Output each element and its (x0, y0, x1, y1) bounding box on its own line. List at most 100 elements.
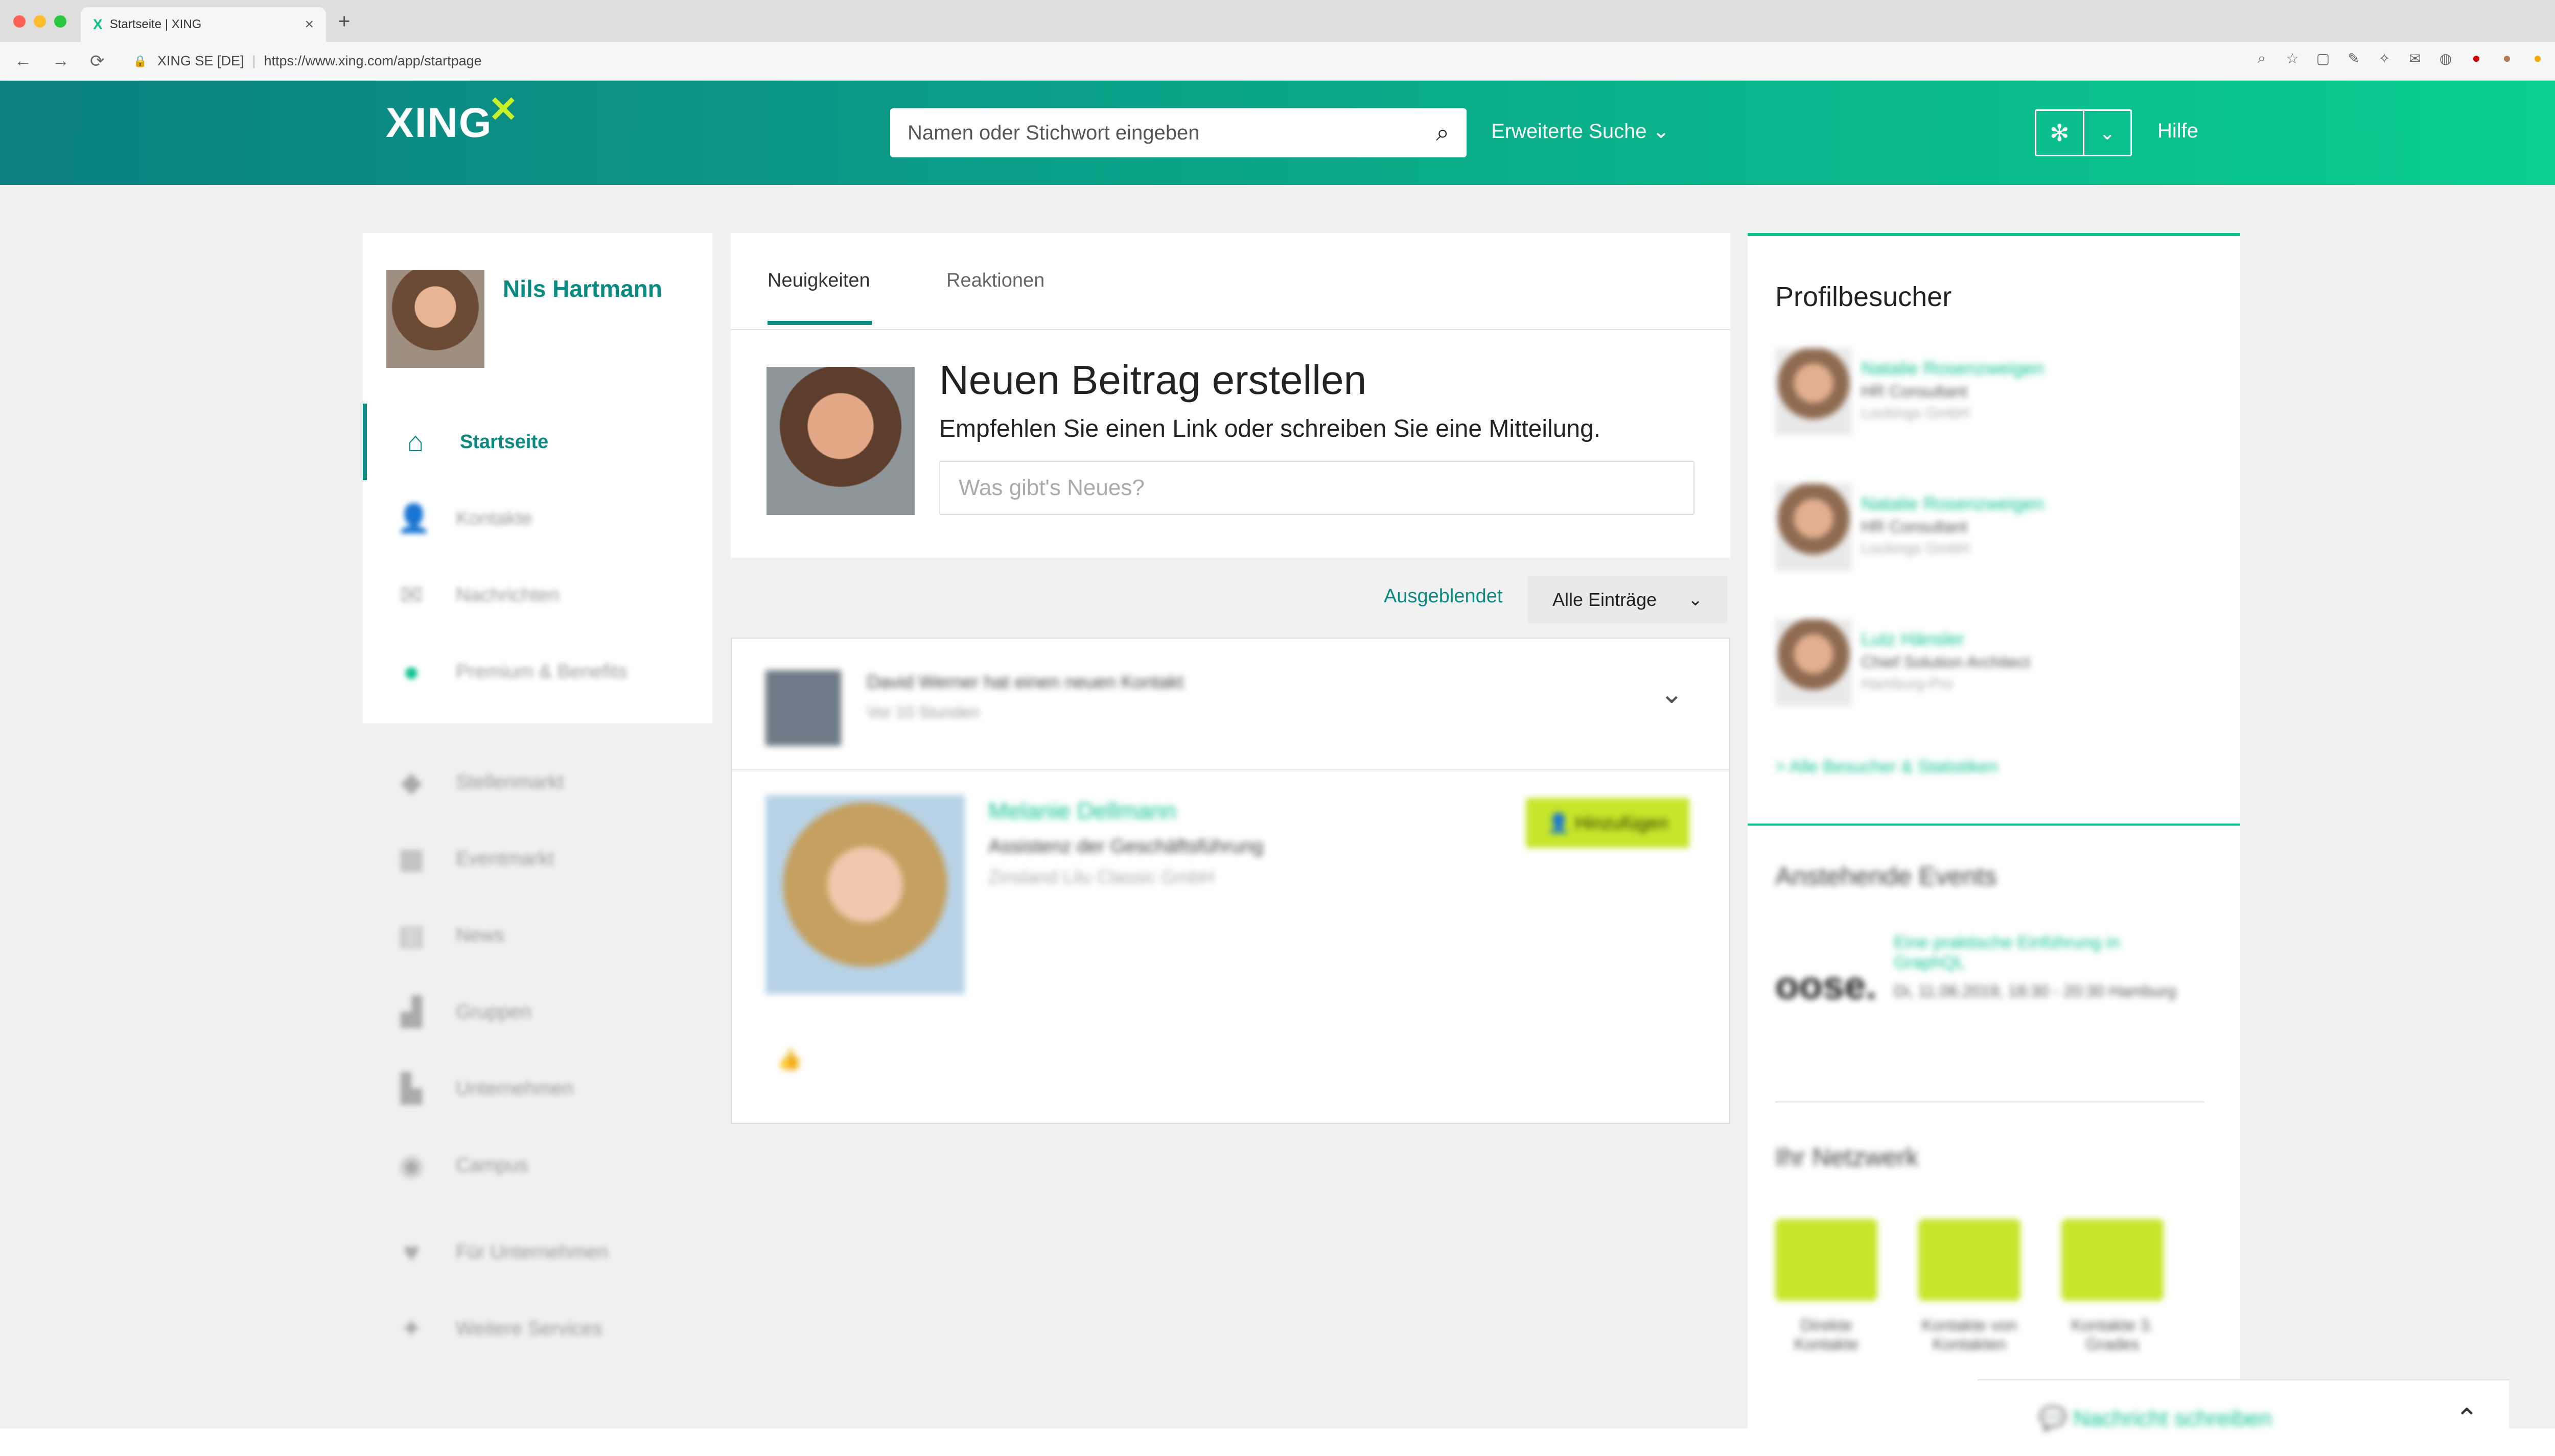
visitor-item[interactable]: Natalie Rosenzweigen HR Consultant Locki… (1775, 348, 2215, 451)
create-post-card: Neuen Beitrag erstellen Empfehlen Sie ei… (731, 330, 1730, 558)
chevron-down-icon[interactable]: ⌄ (1660, 677, 1683, 710)
sidebar-item-premium[interactable]: ● Premium & Benefits (363, 633, 712, 710)
tab-neuigkeiten[interactable]: Neuigkeiten (768, 270, 870, 292)
write-message-label[interactable]: 💬 Nachricht schreiben (2039, 1405, 2272, 1431)
xing-header: XING✕ ⌕ Erweiterte Suche ⌄ ✻ ⌄ Hilfe (0, 81, 2555, 185)
avatar[interactable] (386, 270, 484, 368)
zoom-icon[interactable]: ⌕ (2254, 50, 2270, 67)
profile-visitors-title: Profilbesucher (1775, 281, 1952, 312)
avatar[interactable] (1775, 484, 1852, 571)
all-visitors-link[interactable]: > Alle Besucher & Statistiken (1775, 757, 1998, 777)
coin-icon[interactable]: ● (2529, 50, 2546, 67)
feed-item-time: Vor 10 Stunden (867, 703, 980, 721)
network-stats: Direkte Kontakte Kontakte von Kontakten … (1775, 1219, 2164, 1354)
hidden-entries-link[interactable]: Ausgeblendet (1384, 585, 1502, 607)
visitor-item[interactable]: Lutz Hänsler Chief Solution Architect Ha… (1775, 619, 2215, 721)
search-input[interactable] (908, 121, 1436, 145)
forward-icon[interactable]: → (52, 51, 69, 72)
avatar[interactable] (1775, 619, 1852, 706)
site-org: XING SE [DE] (157, 53, 244, 68)
network-stat[interactable]: Kontakte von Kontakten (1918, 1219, 2020, 1354)
sidebar-item-unternehmen[interactable]: ▙ Unternehmen (363, 1050, 712, 1127)
network-stat[interactable]: Direkte Kontakte (1775, 1219, 1877, 1354)
address-bar-row: ← → ⟳ 🔒 XING SE [DE] | https://www.xing.… (0, 42, 2555, 81)
sidebar-item-kontakte[interactable]: 👤 Kontakte (363, 480, 712, 557)
sidebar-menu: ⌂ Startseite 👤 Kontakte ✉ Nachrichten ● Prem… (363, 404, 712, 710)
feed-item-headline[interactable]: David Werner hat einen neuen Kontakt (867, 671, 1183, 693)
tab-reaktionen[interactable]: Reaktionen (946, 270, 1044, 292)
entries-filter-select[interactable]: Alle Einträge ⌄ (1528, 576, 1727, 623)
chevron-up-icon[interactable]: ⌃ (2455, 1402, 2478, 1435)
url-text[interactable]: https://www.xing.com/app/startpage (264, 53, 481, 69)
window-controls[interactable] (13, 15, 66, 28)
address-bar[interactable]: 🔒 XING SE [DE] | https://www.xing.com/ap… (133, 53, 482, 69)
settings-dropdown[interactable]: ✻ ⌄ (2035, 109, 2132, 156)
event-title[interactable]: Eine praktische Einführung in GraphQL (1894, 933, 2180, 973)
groups-icon: ▟ (401, 997, 422, 1027)
help-link[interactable]: Hilfe (2157, 120, 2198, 143)
extension-icon[interactable]: ▢ (2315, 50, 2331, 67)
profile-name[interactable]: Nils Hartmann (503, 275, 662, 368)
sidebar-item-nachrichten[interactable]: ✉ Nachrichten (363, 557, 712, 633)
chevron-down-icon: ⌄ (1688, 590, 1703, 609)
sidebar-item-news[interactable]: ▤ News (363, 897, 712, 974)
contact-photo[interactable] (765, 795, 965, 994)
minimize-window-icon[interactable] (34, 15, 46, 28)
star-icon[interactable]: ☆ (2284, 50, 2301, 67)
services-icon: ✦ (400, 1313, 423, 1344)
search-box[interactable]: ⌕ (890, 108, 1467, 157)
xing-favicon-icon: X (93, 16, 103, 32)
feed-tabs: Neuigkeiten Reaktionen (731, 233, 1730, 330)
pen-icon[interactable]: ✎ (2345, 50, 2362, 67)
maximize-window-icon[interactable] (54, 15, 66, 28)
record-icon[interactable]: ● (2468, 50, 2484, 67)
reload-icon[interactable]: ⟳ (90, 51, 105, 72)
avatar-icon[interactable]: ● (2499, 50, 2515, 67)
xing-logo-mark-icon: ✕ (488, 89, 520, 129)
sidebar-item-eventmarkt[interactable]: ▦ Eventmarkt (363, 820, 712, 897)
xing-logo[interactable]: XING✕ (386, 89, 519, 147)
post-input[interactable]: Was gibt's Neues? (939, 461, 1694, 515)
jobs-icon: ◆ (401, 767, 422, 797)
like-icon[interactable]: 👍 (777, 1047, 802, 1071)
home-icon: ⌂ (407, 427, 424, 457)
sidebar-item-startseite[interactable]: ⌂ Startseite (363, 404, 712, 480)
event-logo: oose. (1775, 964, 1877, 1007)
advanced-search-link[interactable]: Erweiterte Suche ⌄ (1491, 120, 1669, 143)
profile-visitors-box: Profilbesucher Natalie Rosenzweigen HR C… (1748, 233, 2240, 826)
search-icon[interactable]: ⌕ (1436, 119, 1449, 147)
message-bar[interactable]: 💬 Nachricht schreiben ⌃ (1978, 1379, 2509, 1456)
shield-icon[interactable]: ◍ (2437, 50, 2454, 67)
tab-close-icon[interactable]: × (305, 16, 314, 33)
mail-icon[interactable]: ✉ (2407, 50, 2423, 67)
sidebar-item-weitere-services[interactable]: ✦ Weitere Services (363, 1290, 712, 1367)
active-tab-indicator (768, 321, 872, 325)
event-meta: Di, 11.06.2019, 18:30 - 20:30 Hamburg (1894, 982, 2176, 1000)
avatar[interactable] (765, 670, 841, 746)
close-window-icon[interactable] (13, 15, 26, 28)
companies-icon: ▙ (401, 1073, 422, 1104)
sidebar-item-fuer-unternehmen[interactable]: ♥ Für Unternehmen (363, 1214, 712, 1290)
add-contact-button[interactable]: 👤 Hinzufügen (1526, 798, 1689, 848)
chevron-down-icon[interactable]: ⌄ (2082, 111, 2131, 155)
feed-item-header: David Werner hat einen neuen Kontakt Vor… (732, 639, 1729, 770)
feed-item: David Werner hat einen neuen Kontakt Vor… (731, 638, 1730, 1124)
sidebar-item-stellenmarkt[interactable]: ◆ Stellenmarkt (363, 744, 712, 820)
sparkle-icon[interactable]: ✧ (2376, 50, 2393, 67)
new-tab-button[interactable]: + (338, 10, 350, 33)
sidebar-item-gruppen[interactable]: ▟ Gruppen (363, 974, 712, 1050)
gear-icon[interactable]: ✻ (2036, 111, 2083, 155)
back-icon[interactable]: ← (14, 51, 32, 72)
contact-title: Assistenz der Geschäftsführung (988, 836, 1264, 857)
contact-name[interactable]: Melanie Dellmann (988, 797, 1176, 825)
avatar[interactable] (1775, 348, 1852, 435)
network-stat[interactable]: Kontakte 3. Grades (2061, 1219, 2164, 1354)
news-icon: ▤ (398, 920, 425, 951)
browser-tab[interactable]: X Startseite | XING × (81, 7, 326, 42)
profile-summary[interactable]: Nils Hartmann (363, 233, 712, 368)
post-title: Neuen Beitrag erstellen (939, 357, 1367, 403)
visitor-item[interactable]: Natalie Rosenzweigen HR Consultant Locki… (1775, 484, 2215, 586)
sidebar-item-campus[interactable]: ◉ Campus (363, 1127, 712, 1204)
network-title: Ihr Netzwerk (1775, 1143, 1919, 1171)
lock-icon: 🔒 (133, 54, 147, 67)
